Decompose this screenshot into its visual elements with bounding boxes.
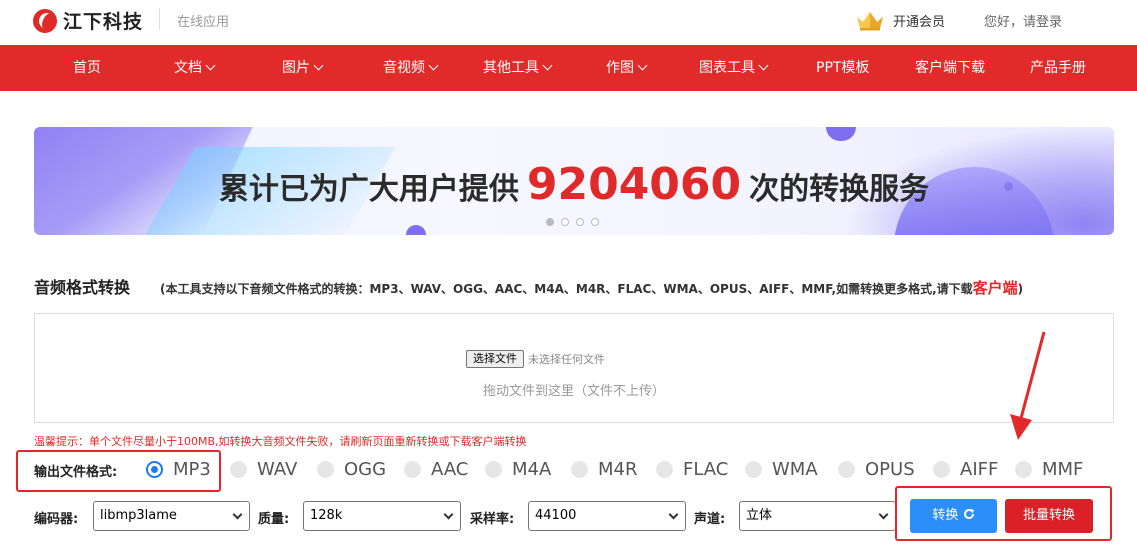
pager-dot[interactable] <box>546 218 554 226</box>
encoder-label: 编码器: <box>34 512 79 527</box>
chevron-down-icon <box>637 60 648 71</box>
nav-item-client-download[interactable]: 客户端下载 <box>915 45 985 91</box>
nav-item-media[interactable]: 音视频 <box>383 45 439 91</box>
annotation-arrow-icon <box>1010 331 1046 440</box>
format-option-wma[interactable]: WMA <box>745 459 818 480</box>
batch-convert-button[interactable]: 批量转换 <box>1005 499 1093 533</box>
radio-icon[interactable] <box>656 461 673 478</box>
logo-icon <box>33 8 57 33</box>
format-option-opus[interactable]: OPUS <box>838 459 915 480</box>
top-header: 江下科技 在线应用 开通会员 您好，请登录 <box>0 0 1137 45</box>
format-option-mmf[interactable]: MMF <box>1015 459 1083 480</box>
output-format-label: 输出文件格式: <box>34 465 118 480</box>
crown-icon <box>857 12 883 31</box>
nav-item-home[interactable]: 首页 <box>73 45 101 91</box>
nav-item-manual[interactable]: 产品手册 <box>1030 45 1086 91</box>
chevron-down-icon <box>542 60 553 71</box>
client-download-link[interactable]: 客户端 <box>973 279 1018 297</box>
format-option-flac[interactable]: FLAC <box>656 459 728 480</box>
choose-file-button[interactable]: 选择文件 <box>466 350 524 368</box>
brand-logo[interactable]: 江下科技 <box>33 7 143 34</box>
pager-dot[interactable] <box>561 218 569 226</box>
supported-formats-note: (本工具支持以下音频文件格式的转换：MP3、WAV、OGG、AAC、M4A、M4… <box>160 279 1024 297</box>
page-title: 音频格式转换 <box>34 278 131 297</box>
format-option-aiff[interactable]: AIFF <box>933 459 998 480</box>
format-option-wav[interactable]: WAV <box>230 459 297 480</box>
quality-select[interactable]: 128k <box>303 501 461 531</box>
encoder-select[interactable]: libmp3lame <box>93 501 250 531</box>
radio-icon[interactable] <box>230 461 247 478</box>
format-option-mp3[interactable]: MP3 <box>146 459 211 480</box>
format-option-ogg[interactable]: OGG <box>317 459 386 480</box>
nav-item-docs[interactable]: 文档 <box>174 45 216 91</box>
radio-icon[interactable] <box>571 461 588 478</box>
no-file-text: 未选择任何文件 <box>528 353 605 366</box>
chevron-down-icon <box>428 60 439 71</box>
sample-rate-label: 采样率: <box>470 512 515 527</box>
chevron-down-icon <box>313 60 324 71</box>
vip-label: 开通会员 <box>893 14 946 30</box>
file-drop-zone[interactable]: 选择文件 未选择任何文件 拖动文件到这里（文件不上传） <box>34 313 1114 423</box>
nav-item-drawing[interactable]: 作图 <box>606 45 648 91</box>
chevron-down-icon <box>668 509 679 520</box>
vip-link[interactable]: 开通会员 <box>855 9 945 31</box>
pager-dot[interactable] <box>591 218 599 226</box>
radio-icon[interactable] <box>838 461 855 478</box>
drop-hint: 拖动文件到这里（文件不上传） <box>482 384 665 399</box>
chevron-down-icon <box>205 60 216 71</box>
login-link[interactable]: 您好，请登录 <box>984 11 1062 30</box>
channel-label: 声道: <box>694 512 726 527</box>
chevron-down-icon <box>443 509 454 520</box>
pager-dot[interactable] <box>576 218 584 226</box>
radio-icon[interactable] <box>485 461 502 478</box>
nav-item-other-tools[interactable]: 其他工具 <box>483 45 553 91</box>
nav-item-chart-tools[interactable]: 图表工具 <box>699 45 769 91</box>
format-option-m4r[interactable]: M4R <box>571 459 638 480</box>
format-option-aac[interactable]: AAC <box>404 459 468 480</box>
chevron-down-icon <box>758 60 769 71</box>
radio-icon[interactable] <box>933 461 950 478</box>
stats-banner[interactable]: 累计已为广大用户提供 9204060 次的转换服务 <box>34 127 1114 235</box>
service-count: 9204060 <box>526 159 742 210</box>
format-option-m4a[interactable]: M4A <box>485 459 551 480</box>
radio-icon[interactable] <box>404 461 421 478</box>
sample-rate-select[interactable]: 44100 <box>528 501 686 531</box>
nav-item-images[interactable]: 图片 <box>282 45 324 91</box>
banner-pager <box>546 218 606 226</box>
file-input-row: 选择文件 未选择任何文件 <box>466 350 605 368</box>
brand-name: 江下科技 <box>63 11 144 33</box>
main-nav: 首页 文档 图片 音视频 其他工具 作图 图表工具 PPT模板 客户端下载 产品… <box>0 45 1137 91</box>
quality-label: 质量: <box>258 512 290 527</box>
header-divider <box>159 8 160 30</box>
radio-checked-icon[interactable] <box>146 461 163 478</box>
channel-select[interactable]: 立体 <box>739 501 896 531</box>
radio-icon[interactable] <box>1015 461 1032 478</box>
header-subtitle: 在线应用 <box>177 15 230 30</box>
radio-icon[interactable] <box>317 461 334 478</box>
refresh-icon <box>963 509 974 520</box>
warning-tip: 温馨提示：单个文件尽量小于100MB,如转换大音频文件失败，请刷新页面重新转换或… <box>34 435 527 448</box>
convert-button[interactable]: 转换 <box>910 499 997 533</box>
radio-icon[interactable] <box>745 461 762 478</box>
chevron-down-icon <box>232 509 243 520</box>
nav-item-ppt[interactable]: PPT模板 <box>816 45 869 91</box>
chevron-down-icon <box>878 509 889 520</box>
